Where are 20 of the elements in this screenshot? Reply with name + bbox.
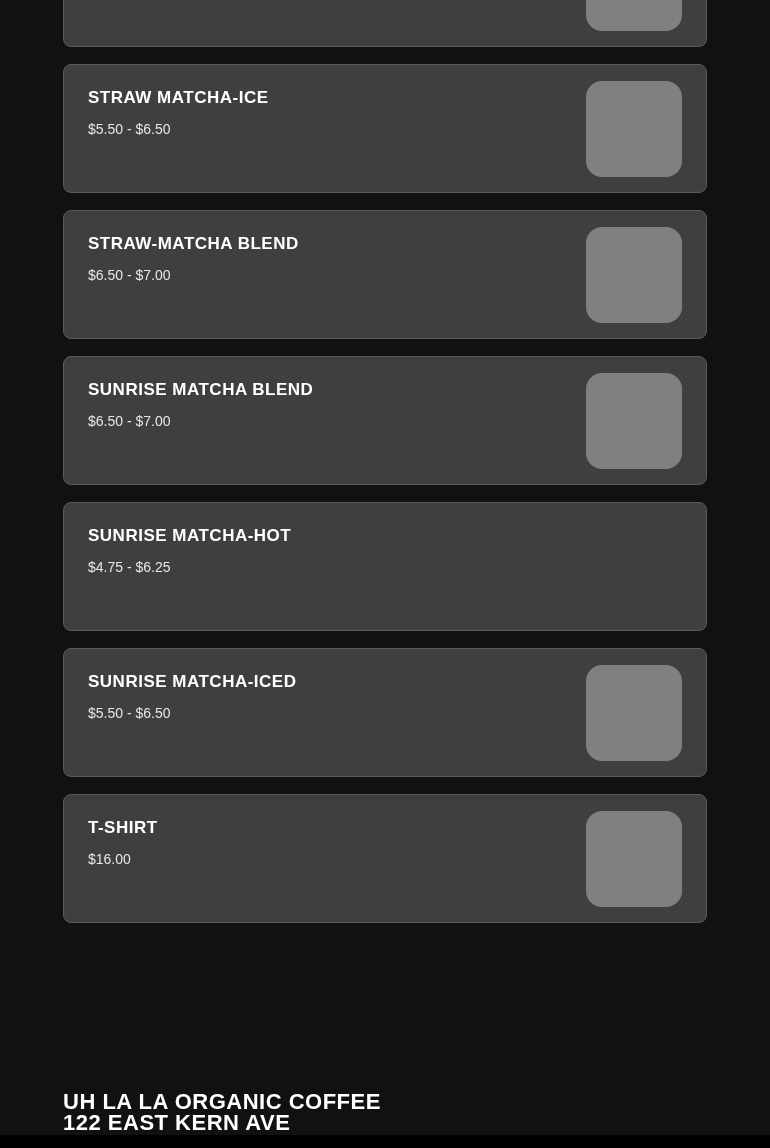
product-price: $4.75 - $6.25 xyxy=(88,558,172,577)
product-price: $6.50 - $7.00 xyxy=(88,266,172,285)
product-price: $5.50 - $6.50 xyxy=(88,704,172,723)
product-card[interactable]: STRAW MATCHA-ICE $5.50 - $6.50 xyxy=(63,64,707,193)
product-card[interactable]: STRAW-MATCHA BLEND $6.50 - $7.00 xyxy=(63,210,707,339)
product-card[interactable]: T-SHIRT $16.00 xyxy=(63,794,707,923)
product-price: $5.50 - $6.50 xyxy=(88,120,172,139)
product-price: $6.50 - $7.00 xyxy=(88,412,172,431)
product-name: SUNRISE MATCHA-ICED xyxy=(88,671,297,693)
product-name: SUNRISE MATCHA-HOT xyxy=(88,525,292,547)
product-card[interactable]: SUNRISE MATCHA-ICED $5.50 - $6.50 xyxy=(63,648,707,777)
product-name: STRAW-MATCHA BLEND xyxy=(88,233,299,255)
product-name: STRAW MATCHA-ICE xyxy=(88,87,269,109)
footer-text: 122 EAST KERN AVE xyxy=(63,1112,292,1133)
product-name: SUNRISE MATCHA BLEND xyxy=(88,379,314,401)
product-price: $16.00 xyxy=(88,850,132,869)
product-name: T-SHIRT xyxy=(88,817,158,839)
product-card[interactable]: SUNRISE MATCHA-HOT $4.75 - $6.25 xyxy=(63,502,707,631)
product-card[interactable]: SUNRISE MATCHA BLEND $6.50 - $7.00 xyxy=(63,356,707,485)
footer-text: UH LA LA ORGANIC COFFEE xyxy=(63,1091,382,1112)
